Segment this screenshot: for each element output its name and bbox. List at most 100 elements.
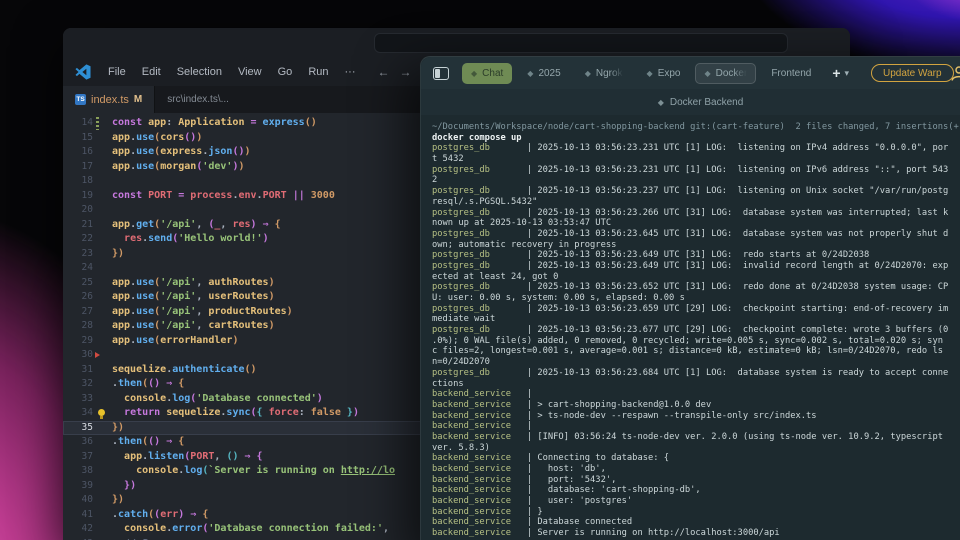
log-line: backend_service | > cart-shopping-backen… bbox=[432, 400, 960, 411]
line-number: 35 bbox=[63, 421, 93, 436]
log-line: ctions bbox=[432, 379, 960, 390]
code-text: }) bbox=[112, 421, 124, 436]
log-line: backend_service | database: 'cart-shoppi… bbox=[432, 485, 960, 496]
shell-prompt-line: ~/Documents/Workspace/node/cart-shopping… bbox=[432, 122, 960, 133]
line-number: 36 bbox=[63, 435, 93, 450]
line-number: 17 bbox=[63, 160, 93, 175]
gutter: 18 bbox=[63, 174, 112, 189]
gutter: 41 bbox=[63, 508, 112, 523]
line-number: 41 bbox=[63, 508, 93, 523]
command-center-searchbox[interactable] bbox=[374, 33, 788, 53]
git-modified-marker bbox=[93, 116, 112, 131]
modified-badge: M bbox=[134, 94, 142, 105]
account-avatar-icon[interactable] bbox=[950, 64, 960, 82]
log-line: backend_service | Database connected bbox=[432, 517, 960, 528]
line-number: 37 bbox=[63, 450, 93, 465]
tab-list-chevron-icon[interactable]: ▾ bbox=[845, 68, 850, 79]
update-warp-button[interactable]: Update Warp bbox=[871, 64, 954, 82]
code-text: const app: Application = express() bbox=[112, 116, 317, 131]
forward-arrow-icon[interactable]: → bbox=[400, 65, 412, 79]
editor-tab-indexts[interactable]: TS index.ts M bbox=[63, 86, 155, 113]
menu-item-go[interactable]: Go bbox=[270, 66, 301, 78]
log-line: ected at least 24, got 0 bbox=[432, 272, 960, 283]
tab-label: 2025 bbox=[538, 68, 560, 79]
terminal-tab-frontend[interactable]: Frontend bbox=[762, 63, 820, 84]
gutter: 21 bbox=[63, 218, 112, 233]
gutter: 25 bbox=[63, 276, 112, 291]
typescript-file-icon: TS bbox=[75, 94, 86, 105]
session-diamond-icon: ◆ bbox=[527, 69, 533, 78]
new-tab-plus-icon[interactable]: + bbox=[832, 65, 840, 81]
gutter: 16 bbox=[63, 145, 112, 160]
code-text: }) bbox=[112, 493, 124, 508]
terminal-tab-docker[interactable]: ◆ Docker bbox=[695, 63, 756, 84]
log-line: backend_service | > ts-node-dev --respaw… bbox=[432, 411, 960, 422]
tab-label: Frontend bbox=[771, 68, 811, 79]
code-text: app.use('/api', cartRoutes) bbox=[112, 319, 275, 334]
log-line: ver. 5.8.3) bbox=[432, 443, 960, 454]
gutter: 29 bbox=[63, 334, 112, 349]
line-number: 42 bbox=[63, 522, 93, 537]
line-number: 19 bbox=[63, 189, 93, 204]
code-text: }) bbox=[112, 247, 124, 262]
menu-item-run[interactable]: Run bbox=[300, 66, 336, 78]
terminal-output: ~/Documents/Workspace/node/cart-shopping… bbox=[421, 115, 960, 540]
nav-arrows: ← → bbox=[378, 65, 412, 79]
code-text: app.use(morgan('dev')) bbox=[112, 160, 245, 175]
terminal-log: postgres_db | 2025-10-13 03:56:23.231 UT… bbox=[432, 143, 960, 538]
code-text: console.log(`Server is running on http:/… bbox=[112, 464, 395, 479]
terminal-session-title: ◆ Docker Backend bbox=[421, 89, 960, 115]
menu-item-view[interactable]: View bbox=[230, 66, 270, 78]
menu-item-file[interactable]: File bbox=[100, 66, 134, 78]
log-line: 2 bbox=[432, 175, 960, 186]
gutter: 28 bbox=[63, 319, 112, 334]
log-line: backend_service | host: 'db', bbox=[432, 464, 960, 475]
gutter: 32 bbox=[63, 377, 112, 392]
log-line: postgres_db | 2025-10-13 03:56:23.677 UT… bbox=[432, 325, 960, 336]
code-text: .then(() ⇒ { bbox=[112, 435, 184, 450]
line-number: 33 bbox=[63, 392, 93, 407]
gutter: 27 bbox=[63, 305, 112, 320]
gutter-arrow-marker bbox=[93, 348, 112, 363]
log-line: .0%); 0 WAL file(s) added, 0 removed, 0 … bbox=[432, 336, 960, 347]
menu-item-more[interactable]: ··· bbox=[337, 66, 364, 78]
log-line: backend_service | Server is running on h… bbox=[432, 528, 960, 539]
sidebar-toggle-icon[interactable] bbox=[433, 67, 449, 80]
code-text: console.error('Database connection faile… bbox=[112, 522, 389, 537]
gutter: 43 bbox=[63, 537, 112, 540]
gutter: 37 bbox=[63, 450, 112, 465]
back-arrow-icon[interactable]: ← bbox=[378, 65, 390, 79]
tab-label: Chat bbox=[482, 68, 503, 79]
menu-item-selection[interactable]: Selection bbox=[169, 66, 230, 78]
tab-label: Ngrok bbox=[596, 68, 623, 79]
terminal-tab-chat[interactable]: ◆Chat bbox=[462, 63, 512, 84]
terminal-tab-2025[interactable]: ◆ 2025 bbox=[518, 63, 569, 84]
lightbulb-icon bbox=[93, 406, 112, 421]
code-text: res.send('Hello world!') bbox=[112, 232, 269, 247]
terminal-tab-ngrok[interactable]: ◆Ngrok bbox=[576, 63, 632, 84]
line-number: 14 bbox=[63, 116, 93, 131]
code-text: app.use(errorHandler) bbox=[112, 334, 238, 349]
tab-label: Docker bbox=[716, 68, 748, 79]
menu-item-edit[interactable]: Edit bbox=[134, 66, 169, 78]
gutter: 22 bbox=[63, 232, 112, 247]
gutter: 24 bbox=[63, 261, 112, 276]
line-number: 20 bbox=[63, 203, 93, 218]
terminal-tab-expo[interactable]: ◆Expo bbox=[638, 63, 690, 84]
line-number: 29 bbox=[63, 334, 93, 349]
line-number: 22 bbox=[63, 232, 93, 247]
code-text: app.use(cors()) bbox=[112, 131, 202, 146]
gutter: 15 bbox=[63, 131, 112, 146]
menu-bar-items: FileEditSelectionViewGoRun··· bbox=[100, 66, 364, 78]
log-line: postgres_db | 2025-10-13 03:56:23.266 UT… bbox=[432, 208, 960, 219]
breadcrumb[interactable]: src\index.ts\... bbox=[167, 94, 229, 105]
gutter: 14 bbox=[63, 116, 112, 131]
session-diamond-icon: ◆ bbox=[704, 69, 710, 78]
gutter: 17 bbox=[63, 160, 112, 175]
line-number: 16 bbox=[63, 145, 93, 160]
gutter: 26 bbox=[63, 290, 112, 305]
vscode-logo-icon bbox=[75, 64, 91, 80]
gutter: 23 bbox=[63, 247, 112, 262]
code-text: }) bbox=[112, 479, 136, 494]
log-line: backend_service | } bbox=[432, 507, 960, 518]
